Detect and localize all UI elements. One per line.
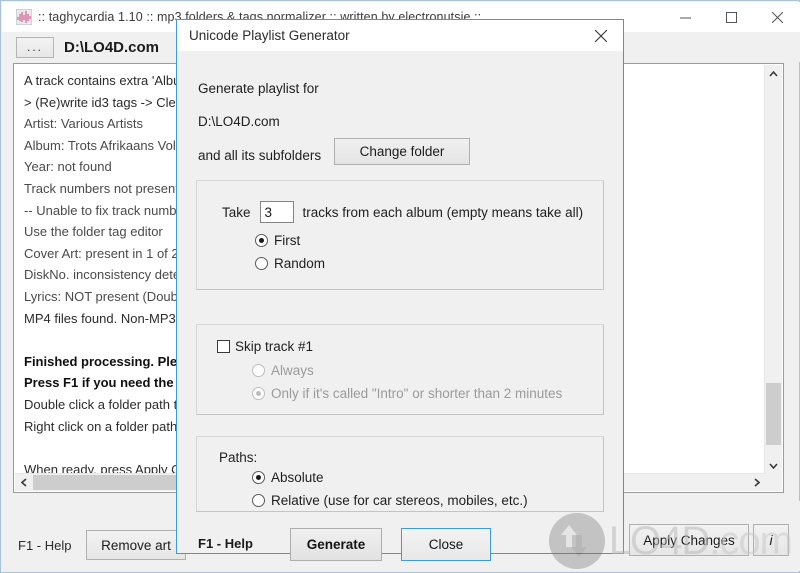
radio-label: Only if it's called "Intro" or shorter t… xyxy=(271,386,563,401)
generate-button[interactable]: Generate xyxy=(290,528,382,561)
radio-skip-always[interactable]: Always xyxy=(252,363,314,378)
close-icon[interactable] xyxy=(754,2,800,32)
checkbox-icon xyxy=(217,340,230,353)
main-help-label: F1 - Help xyxy=(18,538,72,553)
log-vscroll-thumb[interactable] xyxy=(766,383,781,445)
radio-label: First xyxy=(274,233,301,248)
radio-icon xyxy=(252,494,265,507)
unicode-playlist-generator-dialog: Unicode Playlist Generator Generate play… xyxy=(176,19,624,561)
generate-playlist-for-label: Generate playlist for xyxy=(198,81,319,96)
dialog-folder-path: D:\LO4D.com xyxy=(198,114,280,129)
radio-path-absolute[interactable]: Absolute xyxy=(252,470,324,485)
current-folder-path: D:\LO4D.com xyxy=(64,38,160,56)
radio-icon xyxy=(255,257,268,270)
radio-icon xyxy=(252,364,265,377)
maximize-icon[interactable] xyxy=(708,2,754,32)
take-suffix-label: tracks from each album (empty means take… xyxy=(302,204,584,220)
take-tracks-groupbox: Take tracks from each album (empty means… xyxy=(196,180,604,290)
apply-changes-button[interactable]: Apply Changes xyxy=(629,524,749,556)
change-folder-button[interactable]: Change folder xyxy=(334,138,470,165)
minimize-icon[interactable] xyxy=(662,2,708,32)
radio-path-relative[interactable]: Relative (use for car stereos, mobiles, … xyxy=(252,493,528,508)
chevron-left-icon[interactable] xyxy=(15,474,32,491)
info-button[interactable]: i xyxy=(753,524,789,556)
dialog-help-label: F1 - Help xyxy=(198,536,253,551)
radio-label: Always xyxy=(271,363,314,378)
remove-art-button[interactable]: Remove art xyxy=(86,530,186,560)
skip-track-groupbox: Skip track #1 Always Only if it's called… xyxy=(196,324,604,415)
window-controls xyxy=(662,2,800,32)
dialog-title: Unicode Playlist Generator xyxy=(189,28,350,43)
close-icon[interactable] xyxy=(579,20,623,51)
radio-take-first[interactable]: First xyxy=(255,233,300,248)
checkbox-skip-track[interactable]: Skip track #1 xyxy=(217,339,313,354)
waveform-icon xyxy=(15,8,33,26)
chevron-right-icon[interactable] xyxy=(748,474,765,491)
screenshot-root: :: taghycardia 1.10 :: mp3 folders & tag… xyxy=(0,0,800,573)
take-label: Take xyxy=(222,204,251,220)
dialog-body: Generate playlist for D:\LO4D.com and al… xyxy=(177,51,623,561)
take-tracks-row: Take tracks from each album (empty means… xyxy=(222,201,583,223)
radio-label: Absolute xyxy=(271,470,324,485)
browse-folder-button[interactable]: ... xyxy=(16,36,54,58)
dialog-titlebar: Unicode Playlist Generator xyxy=(177,20,623,51)
scrollbar-corner xyxy=(765,474,782,491)
checkbox-label: Skip track #1 xyxy=(235,339,314,354)
log-vertical-scrollbar[interactable] xyxy=(764,65,782,474)
radio-skip-intro[interactable]: Only if it's called "Intro" or shorter t… xyxy=(252,386,562,401)
radio-take-random[interactable]: Random xyxy=(255,256,325,271)
take-count-input[interactable] xyxy=(259,201,294,223)
radio-label: Random xyxy=(274,256,326,271)
radio-icon xyxy=(252,387,265,400)
close-button[interactable]: Close xyxy=(401,528,491,561)
paths-title: Paths: xyxy=(219,450,258,465)
chevron-up-icon[interactable] xyxy=(765,65,782,82)
paths-groupbox: Paths: Absolute Relative (use for car st… xyxy=(196,436,604,512)
radio-label: Relative (use for car stereos, mobiles, … xyxy=(271,493,528,508)
chevron-down-icon[interactable] xyxy=(765,457,782,474)
and-subfolders-label: and all its subfolders xyxy=(198,148,322,163)
radio-icon xyxy=(255,234,268,247)
radio-icon xyxy=(252,471,265,484)
